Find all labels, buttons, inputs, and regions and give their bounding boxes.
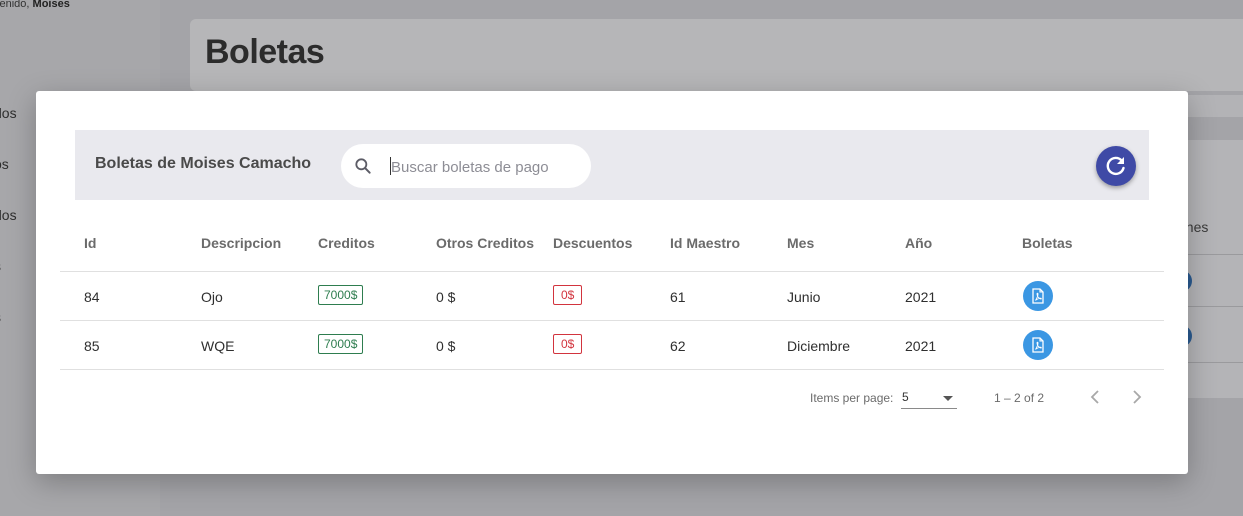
search-box[interactable] bbox=[341, 144, 591, 188]
chevron-right-icon bbox=[1133, 390, 1142, 404]
credit-badge: 7000$ bbox=[318, 334, 364, 354]
next-page-button[interactable] bbox=[1125, 386, 1147, 408]
pdf-file-icon bbox=[1032, 337, 1044, 353]
sidebar-item-1[interactable]: dos bbox=[0, 105, 17, 121]
items-per-page-label: Items per page: bbox=[810, 391, 894, 405]
cell-anio: 2021 bbox=[905, 338, 937, 354]
credit-badge: 7000$ bbox=[318, 285, 364, 305]
items-per-page-select[interactable]: 5 bbox=[901, 386, 957, 409]
sidebar-item-5[interactable]: s bbox=[0, 309, 1, 325]
sidebar-item-2[interactable]: os bbox=[0, 156, 9, 172]
dialog-title: Boletas de Moises Camacho bbox=[95, 155, 312, 172]
page-header-card bbox=[190, 19, 1243, 91]
dialog-toolbar: Boletas de Moises Camacho bbox=[75, 130, 1149, 200]
chevron-down-icon bbox=[943, 396, 953, 401]
refresh-icon bbox=[1106, 156, 1125, 176]
download-pdf-button[interactable] bbox=[1023, 330, 1053, 360]
column-header-otros-creditos[interactable]: Otros Creditos bbox=[436, 235, 534, 251]
background-table-panel bbox=[1188, 140, 1243, 398]
welcome-user-name: Moises bbox=[32, 0, 70, 10]
discount-badge: 0$ bbox=[553, 285, 583, 305]
column-header-boletas: Boletas bbox=[1022, 235, 1073, 251]
cell-descripcion: WQE bbox=[201, 338, 235, 354]
cell-id-maestro: 62 bbox=[670, 338, 686, 354]
background-row-divider bbox=[1188, 254, 1243, 255]
paginator: Items per page: 5 1 – 2 of 2 bbox=[36, 376, 1188, 416]
column-header-anio[interactable]: Año bbox=[905, 235, 932, 251]
column-header-creditos[interactable]: Creditos bbox=[318, 235, 375, 251]
sidebar-item-3[interactable]: dos bbox=[0, 207, 17, 223]
table-row: 84 Ojo 7000$ 0 $ 0$ 61 Junio 2021 bbox=[60, 272, 1164, 321]
column-header-id-maestro[interactable]: Id Maestro bbox=[670, 235, 740, 251]
previous-page-button[interactable] bbox=[1085, 386, 1107, 408]
page-title: Boletas bbox=[205, 33, 325, 71]
welcome-text: venido, Moises bbox=[0, 0, 70, 10]
table-row: 85 WQE 7000$ 0 $ 0$ 62 Diciembre 2021 bbox=[60, 321, 1164, 370]
discount-badge: 0$ bbox=[553, 334, 583, 354]
page-range-label: 1 – 2 of 2 bbox=[994, 391, 1045, 405]
download-pdf-button[interactable] bbox=[1023, 281, 1053, 311]
sidebar-item-4[interactable]: s bbox=[0, 258, 1, 274]
search-input[interactable] bbox=[389, 156, 583, 178]
cell-id-maestro: 61 bbox=[670, 289, 686, 305]
chevron-left-icon bbox=[1090, 390, 1099, 404]
background-row-divider bbox=[1188, 306, 1243, 307]
cell-mes: Diciembre bbox=[787, 338, 851, 354]
search-icon bbox=[355, 158, 371, 174]
cell-otros-creditos: 0 $ bbox=[436, 338, 456, 354]
cell-id: 84 bbox=[84, 289, 100, 305]
column-header-descripcion[interactable]: Descripcion bbox=[201, 235, 281, 251]
boletas-dialog: Boletas de Moises Camacho Id Descripcion… bbox=[36, 91, 1188, 474]
refresh-button[interactable] bbox=[1096, 146, 1136, 186]
welcome-prefix: venido, bbox=[0, 0, 30, 10]
column-header-id[interactable]: Id bbox=[84, 235, 96, 251]
cell-otros-creditos: 0 $ bbox=[436, 289, 456, 305]
table-header-row: Id Descripcion Creditos Otros Creditos D… bbox=[60, 221, 1164, 272]
cell-mes: Junio bbox=[787, 289, 821, 305]
cell-id: 85 bbox=[84, 338, 100, 354]
boletas-table: Id Descripcion Creditos Otros Creditos D… bbox=[60, 221, 1164, 370]
background-strip bbox=[1188, 95, 1243, 117]
cell-anio: 2021 bbox=[905, 289, 937, 305]
items-per-page-value: 5 bbox=[902, 390, 909, 404]
cell-descripcion: Ojo bbox=[201, 289, 223, 305]
pdf-file-icon bbox=[1032, 288, 1044, 304]
column-header-descuentos[interactable]: Descuentos bbox=[553, 235, 632, 251]
text-cursor bbox=[390, 157, 391, 175]
background-row-divider bbox=[1188, 362, 1243, 363]
column-header-mes[interactable]: Mes bbox=[787, 235, 814, 251]
